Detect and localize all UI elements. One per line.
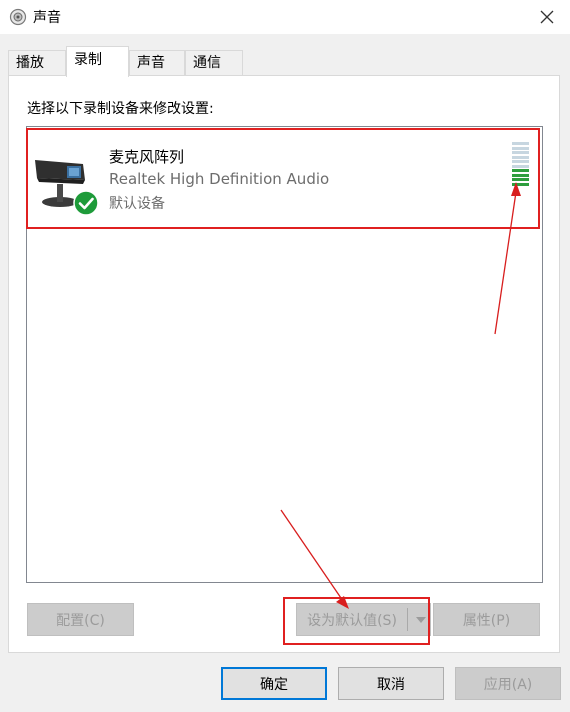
tab-label: 声音 [137,55,165,71]
tab-sounds[interactable]: 声音 [129,50,185,76]
cancel-label: 取消 [377,676,405,693]
set-default-label: 设为默认值(S) [307,612,397,629]
tab-recording[interactable]: 录制 [66,46,129,77]
level-meter-segment [512,182,529,186]
set-default-button[interactable]: 设为默认值(S) [296,603,431,636]
ok-label: 确定 [260,676,288,693]
apply-label: 应用(A) [483,676,533,693]
device-item-microphone-array[interactable]: 麦克风阵列 Realtek High Definition Audio 默认设备 [29,132,540,228]
speaker-icon [9,8,27,26]
level-meter-segment [512,169,529,172]
tab-label: 播放 [16,55,44,71]
properties-label: 属性(P) [462,612,511,629]
set-default-dropdown[interactable] [410,604,432,635]
recording-panel: 选择以下录制设备来修改设置: 麦克风阵列 Realtek High Defini… [8,75,560,653]
level-meter-segment [512,178,529,181]
instruction-text: 选择以下录制设备来修改设置: [27,101,214,117]
close-icon [540,10,554,24]
chevron-down-icon [416,616,426,623]
device-driver: Realtek High Definition Audio [109,170,330,188]
tab-label: 通信 [193,55,221,71]
device-status: 默认设备 [109,196,165,212]
cancel-button[interactable]: 取消 [338,667,444,700]
configure-button[interactable]: 配置(C) [27,603,134,636]
tab-playback[interactable]: 播放 [8,50,66,76]
split-divider [407,608,408,631]
level-meter-segment [512,142,529,145]
level-meter-segment [512,164,529,168]
title-bar: 声音 [0,0,570,34]
device-name: 麦克风阵列 [109,148,185,166]
ok-button[interactable]: 确定 [221,667,327,700]
window-title: 声音 [33,10,61,26]
level-meter [512,142,529,194]
close-button[interactable] [524,0,570,34]
apply-button[interactable]: 应用(A) [455,667,561,700]
properties-button[interactable]: 属性(P) [433,603,540,636]
configure-label: 配置(C) [56,612,105,629]
tab-communications[interactable]: 通信 [185,50,243,76]
device-list[interactable]: 麦克风阵列 Realtek High Definition Audio 默认设备 [26,126,543,583]
level-meter-segment [512,151,529,154]
level-meter-segment [512,155,529,159]
tab-label: 录制 [74,52,102,68]
green-checkmark-icon [73,190,99,216]
level-meter-segment [512,173,529,177]
level-meter-segment [512,146,529,150]
level-meter-segment [512,160,529,163]
